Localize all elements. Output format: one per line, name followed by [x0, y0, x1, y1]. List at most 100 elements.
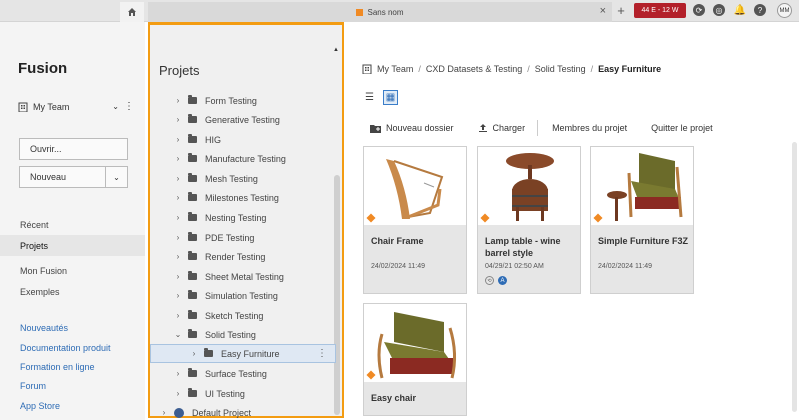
chevron-down-icon[interactable]: ⌄: [172, 330, 184, 339]
tree-item-default-project[interactable]: › Default Project: [150, 403, 336, 420]
document-cube-icon: [356, 8, 364, 16]
breadcrumb-separator: /: [590, 64, 594, 74]
chevron-right-icon[interactable]: ›: [172, 389, 184, 398]
design-badges: ⟲ A: [485, 276, 507, 285]
tree-item-label: Default Project: [192, 407, 252, 418]
chevron-right-icon[interactable]: ›: [172, 213, 184, 222]
breadcrumb-project[interactable]: Solid Testing: [535, 64, 586, 74]
tree-item-label: HIG: [205, 134, 222, 145]
folder-icon: [188, 388, 197, 397]
document-tab[interactable]: Sans nom ×: [148, 2, 612, 22]
tree-item-surface-testing[interactable]: › Surface Testing: [150, 364, 336, 383]
folder-icon: [188, 192, 197, 201]
open-button[interactable]: Ouvrir...: [19, 138, 128, 160]
extensions-icon[interactable]: ⟳: [693, 4, 705, 16]
chevron-right-icon[interactable]: ›: [172, 135, 184, 144]
nav-item-samples[interactable]: Exemples: [0, 281, 145, 302]
link-app-store[interactable]: App Store: [20, 401, 60, 411]
chevron-right-icon[interactable]: ›: [172, 233, 184, 242]
tree-item-manufacture-testing[interactable]: › Manufacture Testing: [150, 149, 336, 168]
chevron-right-icon[interactable]: ›: [172, 252, 184, 261]
tree-item-label: Render Testing: [205, 251, 266, 262]
breadcrumb-separator: /: [527, 64, 530, 74]
tree-item-label: Mesh Testing: [205, 173, 258, 184]
new-button[interactable]: Nouveau ⌄: [19, 166, 128, 188]
new-folder-button[interactable]: Nouveau dossier: [370, 123, 454, 133]
tree-item-easy-furniture[interactable]: › Easy Furniture ⋮: [150, 344, 336, 363]
job-status-badge[interactable]: 44 E - 12 W: [634, 3, 686, 18]
project-icon: [174, 407, 184, 418]
link-whats-new[interactable]: Nouveautés: [20, 323, 68, 333]
design-card-simple-furniture[interactable]: Simple Furniture F3Z 24/02/2024 11:49: [590, 146, 694, 294]
scrollbar[interactable]: [792, 142, 797, 412]
list-view-icon[interactable]: ☰: [362, 90, 377, 105]
link-product-docs[interactable]: Documentation produit: [20, 343, 111, 353]
chevron-right-icon[interactable]: ›: [172, 369, 184, 378]
chevron-right-icon[interactable]: ›: [188, 349, 200, 358]
chair-frame-render: [386, 159, 444, 219]
breadcrumb-separator: /: [418, 64, 421, 74]
design-card-easy-chair[interactable]: Easy chair: [363, 303, 467, 416]
home-tab[interactable]: [120, 2, 144, 22]
tree-item-ui-testing[interactable]: › UI Testing: [150, 384, 336, 403]
breadcrumb-team[interactable]: My Team: [377, 64, 413, 74]
scroll-up-icon[interactable]: ▲: [333, 47, 339, 53]
project-members-button[interactable]: Membres du projet: [552, 123, 627, 133]
nav-item-my-fusion[interactable]: Mon Fusion: [0, 260, 145, 281]
help-icon[interactable]: ?: [754, 4, 766, 16]
chevron-right-icon[interactable]: ›: [158, 408, 170, 417]
avatar[interactable]: MM: [777, 3, 792, 18]
chevron-right-icon[interactable]: ›: [172, 193, 184, 202]
design-name: Easy chair: [371, 393, 417, 403]
folder-icon: [188, 95, 197, 104]
nav-item-projects[interactable]: Projets: [0, 235, 145, 256]
tree-item-mesh-testing[interactable]: › Mesh Testing: [150, 169, 336, 188]
upload-button[interactable]: Charger: [478, 123, 525, 133]
new-folder-label: Nouveau dossier: [386, 123, 454, 133]
action-toolbar: Nouveau dossier Charger Membres du proje…: [370, 120, 737, 136]
chevron-right-icon[interactable]: ›: [172, 154, 184, 163]
tree-item-generative-testing[interactable]: › Generative Testing: [150, 110, 336, 129]
tree-item-form-testing[interactable]: › Form Testing: [150, 91, 336, 110]
chevron-down-icon[interactable]: ⌄: [105, 167, 127, 187]
design-card-chair-frame[interactable]: Chair Frame 24/02/2024 11:49: [363, 146, 467, 294]
kebab-menu-icon[interactable]: ⋮: [124, 101, 134, 112]
team-selector[interactable]: My Team ⌄ ⋮: [18, 101, 134, 112]
tree-item-nesting-testing[interactable]: › Nesting Testing: [150, 208, 336, 227]
notifications-icon[interactable]: 🔔: [734, 4, 746, 16]
tree-item-hig[interactable]: › HIG: [150, 130, 336, 149]
close-tab-icon[interactable]: ×: [600, 5, 606, 17]
leave-project-button[interactable]: Quitter le projet: [651, 123, 713, 133]
chevron-right-icon[interactable]: ›: [172, 174, 184, 183]
folder-icon: [188, 114, 197, 123]
tree-item-sketch-testing[interactable]: › Sketch Testing: [150, 306, 336, 325]
main-content: My Team / CXD Datasets & Testing / Solid…: [348, 22, 799, 420]
chevron-down-icon[interactable]: ⌄: [112, 102, 119, 111]
link-forum[interactable]: Forum: [20, 381, 46, 391]
tree-item-solid-testing[interactable]: ⌄ Solid Testing: [150, 325, 336, 344]
design-thumbnail: [478, 147, 580, 225]
grid-view-icon[interactable]: ▦: [383, 90, 398, 105]
tree-item-simulation-testing[interactable]: › Simulation Testing: [150, 286, 336, 305]
new-folder-icon: [370, 124, 381, 133]
design-card-lamp-table[interactable]: Lamp table - wine barrel style 04/29/21 …: [477, 146, 581, 294]
folder-icon: [188, 271, 197, 280]
chevron-right-icon[interactable]: ›: [172, 291, 184, 300]
tree-item-sheet-metal-testing[interactable]: › Sheet Metal Testing: [150, 267, 336, 286]
chevron-right-icon[interactable]: ›: [172, 96, 184, 105]
folder-open-icon: [188, 329, 197, 338]
user-badge-icon: A: [498, 276, 507, 285]
kebab-menu-icon[interactable]: ⋮: [317, 348, 327, 359]
tree-item-milestones-testing[interactable]: › Milestones Testing: [150, 188, 336, 207]
nav-item-recent[interactable]: Récent: [0, 214, 145, 235]
breadcrumb-hub[interactable]: CXD Datasets & Testing: [426, 64, 522, 74]
chevron-right-icon[interactable]: ›: [172, 311, 184, 320]
online-status-icon[interactable]: ◎: [713, 4, 725, 16]
tree-item-pde-testing[interactable]: › PDE Testing: [150, 228, 336, 247]
chevron-right-icon[interactable]: ›: [172, 272, 184, 281]
link-online-training[interactable]: Formation en ligne: [20, 362, 95, 372]
chevron-right-icon[interactable]: ›: [172, 115, 184, 124]
projects-panel: Projets ▲ › Form Testing › Generative Test…: [148, 22, 344, 418]
tree-item-render-testing[interactable]: › Render Testing: [150, 247, 336, 266]
add-tab-icon[interactable]: +: [614, 3, 628, 18]
